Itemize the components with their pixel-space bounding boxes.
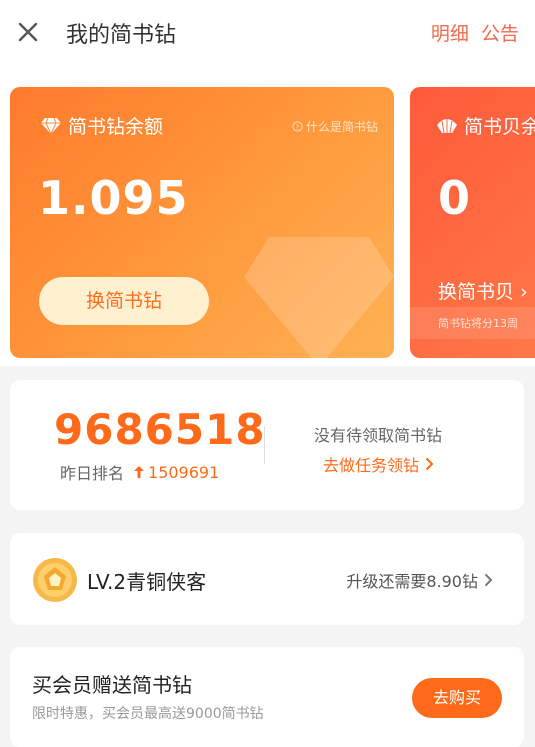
pending-text: 没有待领取简书钻 xyxy=(314,426,443,445)
shell-note-text: 简书钻将分13周 xyxy=(438,317,518,330)
question-icon: ? xyxy=(292,121,303,132)
diamond-balance-header: 简书钻余额 xyxy=(40,112,163,139)
diamond-balance-card[interactable]: 简书钻余额 ? 什么是简书钻 1.095 换简书钻 xyxy=(10,87,394,358)
diamond-balance-label: 简书钻余额 xyxy=(68,116,164,138)
buy-vip-button[interactable]: 去购买 xyxy=(412,678,502,718)
page-title: 我的简书钻 xyxy=(66,23,177,48)
svg-text:?: ? xyxy=(296,122,300,131)
diamond-icon xyxy=(41,117,61,134)
what-is-diamond-link[interactable]: ? 什么是简书钻 xyxy=(292,118,378,135)
exchange-diamond-button[interactable]: 换简书钻 xyxy=(39,277,209,325)
shell-icon xyxy=(437,118,457,133)
diamond-watermark-icon xyxy=(244,237,394,358)
detail-link[interactable]: 明细 xyxy=(431,23,469,45)
do-task-link[interactable]: 去做任务领钻 xyxy=(323,452,437,476)
vip-title: 买会员赠送简书钻 xyxy=(32,673,192,697)
divider xyxy=(264,426,265,464)
top-bar: 我的简书钻 明细 公告 xyxy=(0,0,535,67)
rank-panel: 9686518 昨日排名 1509691 没有待领取简书钻 去做任务领钻 xyxy=(10,380,524,510)
chevron-right-icon xyxy=(485,574,493,586)
do-task-text: 去做任务领钻 xyxy=(323,456,420,475)
level-panel[interactable]: LV.2青铜侠客 升级还需要8.90钻 xyxy=(10,533,524,625)
exchange-shell-link[interactable]: 换简书贝 › xyxy=(438,277,528,304)
what-is-diamond-text: 什么是简书钻 xyxy=(305,120,378,134)
shell-balance-header: 简书贝余 xyxy=(436,112,535,139)
shell-balance-label: 简书贝余 xyxy=(464,116,535,138)
rank-subline: 昨日排名 1509691 xyxy=(60,460,219,484)
diamond-balance-amount: 1.095 xyxy=(38,171,189,225)
shell-note: 简书钻将分13周 xyxy=(410,307,535,339)
upgrade-info: 升级还需要8.90钻 xyxy=(346,568,496,592)
level-badge-icon xyxy=(33,558,77,602)
arrow-up-icon xyxy=(134,466,145,478)
shell-balance-card[interactable]: 简书贝余 0 换简书贝 › 简书钻将分13周 xyxy=(410,87,535,358)
rank-change-value: 1509691 xyxy=(148,462,220,482)
rank-label: 昨日排名 xyxy=(60,464,125,483)
chevron-right-icon xyxy=(426,458,434,470)
chevron-right-icon: › xyxy=(520,281,528,303)
close-button[interactable] xyxy=(16,20,40,44)
close-icon xyxy=(18,22,38,42)
vip-subtitle: 限时特惠，买会员最高送9000简书钻 xyxy=(32,706,264,722)
notice-link[interactable]: 公告 xyxy=(481,23,519,45)
exchange-shell-text: 换简书贝 xyxy=(438,281,515,303)
upgrade-text: 升级还需要8.90钻 xyxy=(346,572,478,591)
shell-balance-amount: 0 xyxy=(438,171,471,225)
level-name: LV.2青铜侠客 xyxy=(87,570,207,594)
vip-panel: 买会员赠送简书钻 限时特惠，买会员最高送9000简书钻 去购买 xyxy=(10,647,524,747)
balance-carousel[interactable]: 简书钻余额 ? 什么是简书钻 1.095 换简书钻 简书贝余 0 换简书贝 › … xyxy=(0,66,535,366)
header-links: 明细 公告 xyxy=(425,19,519,46)
rank-number: 9686518 xyxy=(54,405,266,454)
rank-change: 1509691 xyxy=(134,463,219,482)
